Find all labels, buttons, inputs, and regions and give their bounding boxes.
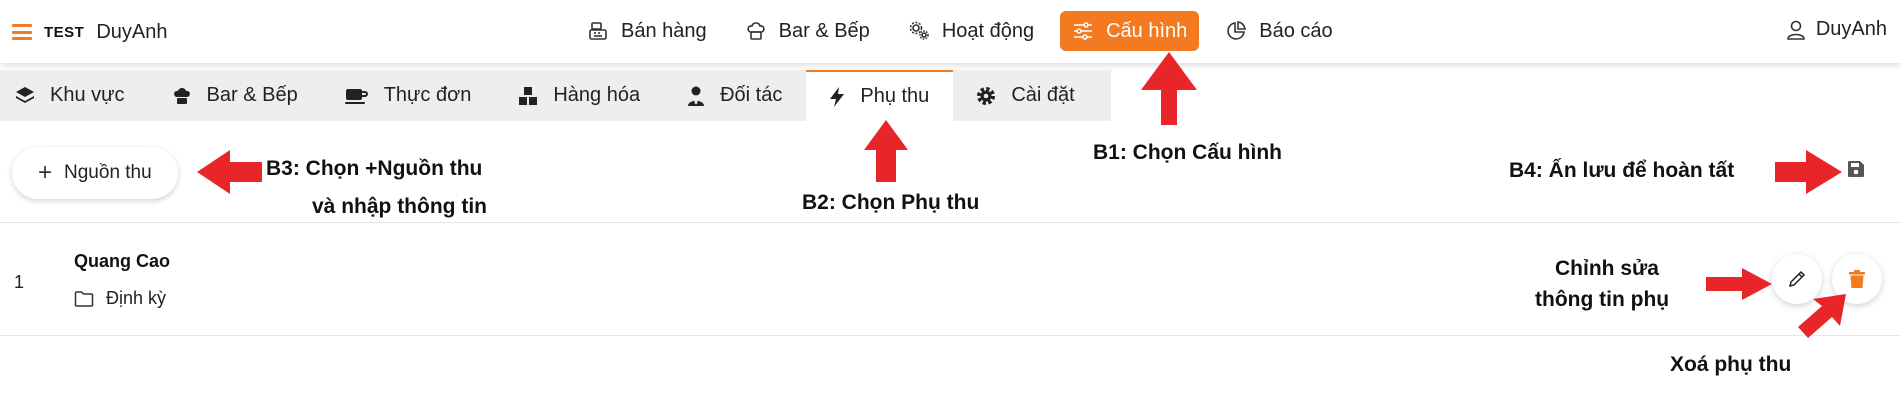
coffee-icon [344,88,368,104]
boxes-icon [519,86,538,105]
tab-khu-vuc[interactable]: Khu vực [0,70,149,121]
trash-icon [1849,270,1865,288]
layers-icon [16,86,34,103]
add-button-label: Nguồn thu [64,162,152,183]
nav-item-hoat-dong[interactable]: Hoạt động [896,11,1046,51]
user-name: DuyAnh [1815,18,1887,40]
tab-label: Hàng hóa [553,84,641,106]
tab-doi-tac[interactable]: Đối tác [664,70,807,121]
nav-item-label: Bar & Bếp [778,19,870,42]
user-icon [1787,20,1805,40]
nav-item-label: Hoạt động [941,19,1035,42]
pie-chart-icon [1227,21,1247,40]
tab-label: Phụ thu [860,85,930,107]
arrow-edit [1706,268,1772,300]
plus-icon: + [38,159,53,186]
user-menu[interactable]: DuyAnh [1786,18,1887,41]
row-index: 1 [14,272,25,292]
nav-item-bar-bep[interactable]: Bar & Bếp [733,11,882,51]
note-edit-line2: thông tin phụ [1535,288,1670,311]
tab-label: Đối tác [720,84,783,106]
row-name: Quang Cao [74,251,171,271]
edit-button[interactable] [1772,254,1822,304]
header-divider [0,222,1901,223]
gear-icon [977,86,996,105]
note-delete: Xoá phụ thu [1670,353,1792,376]
tab-phu-thu[interactable]: Phụ thu [806,70,954,121]
sliders-icon [1074,22,1093,40]
row-type-label: Định kỳ [106,288,167,308]
brand-test-label: TEST [44,23,85,41]
tab-label: Thực đơn [383,84,472,106]
arrow-b3 [197,150,262,194]
brand-name: DuyAnh [96,20,168,43]
cash-register-icon [589,22,607,40]
delete-button[interactable] [1832,254,1882,304]
note-b3-line2: và nhập thông tin [312,195,487,218]
person-tie-icon [688,86,705,106]
tab-label: Bar & Bếp [206,84,298,106]
tab-bar-bep[interactable]: Bar & Bếp [148,70,322,121]
note-b3-line1: B3: Chọn +Nguồn thu [266,157,483,180]
arrow-b4 [1775,150,1842,194]
tab-hang-hoa[interactable]: Hàng hóa [495,70,665,121]
config-tabs: Khu vực Bar & Bếp Thực đơn Hàng hóa Đối … [0,70,1111,121]
nav-item-label: Báo cáo [1259,19,1333,42]
tab-cai-dat[interactable]: Cài đặt [953,70,1111,121]
arrow-b2 [864,120,908,182]
chef-icon [746,22,765,40]
nav-item-label: Bán hàng [621,19,707,42]
tab-label: Khu vực [50,84,125,106]
row-divider [0,335,1901,336]
brand: TEST DuyAnh [12,18,168,46]
note-b2: B2: Chọn Phụ thu [802,191,980,214]
note-edit-line1: Chỉnh sửa [1555,257,1659,280]
hamburger-menu-icon[interactable] [12,24,32,40]
nav-item-label: Cấu hình [1106,19,1188,42]
main-nav: Bán hàng Bar & Bếp Hoạt động Cấu hình Bá… [575,11,1359,51]
note-b4: B4: Ấn lưu để hoàn tất [1509,159,1735,182]
gears-icon [909,21,929,40]
tab-label: Cài đặt [1011,84,1075,106]
row-type: Định kỳ [74,288,166,309]
note-b1: B1: Chọn Cấu hình [1093,141,1282,164]
tab-thuc-don[interactable]: Thực đơn [321,70,496,121]
nav-item-cau-hinh[interactable]: Cấu hình [1060,11,1200,51]
chef-icon [173,87,190,104]
folder-icon [74,290,94,307]
floppy-disk-icon[interactable] [1847,160,1865,178]
add-revenue-source-button[interactable]: + Nguồn thu [12,147,178,199]
nav-item-ban-hang[interactable]: Bán hàng [575,11,719,51]
pencil-icon [1788,270,1806,288]
bolt-icon [830,86,845,107]
nav-item-bao-cao[interactable]: Báo cáo [1213,11,1344,51]
top-navbar: TEST DuyAnh Bán hàng Bar & Bếp Hoạt động [0,0,1901,63]
